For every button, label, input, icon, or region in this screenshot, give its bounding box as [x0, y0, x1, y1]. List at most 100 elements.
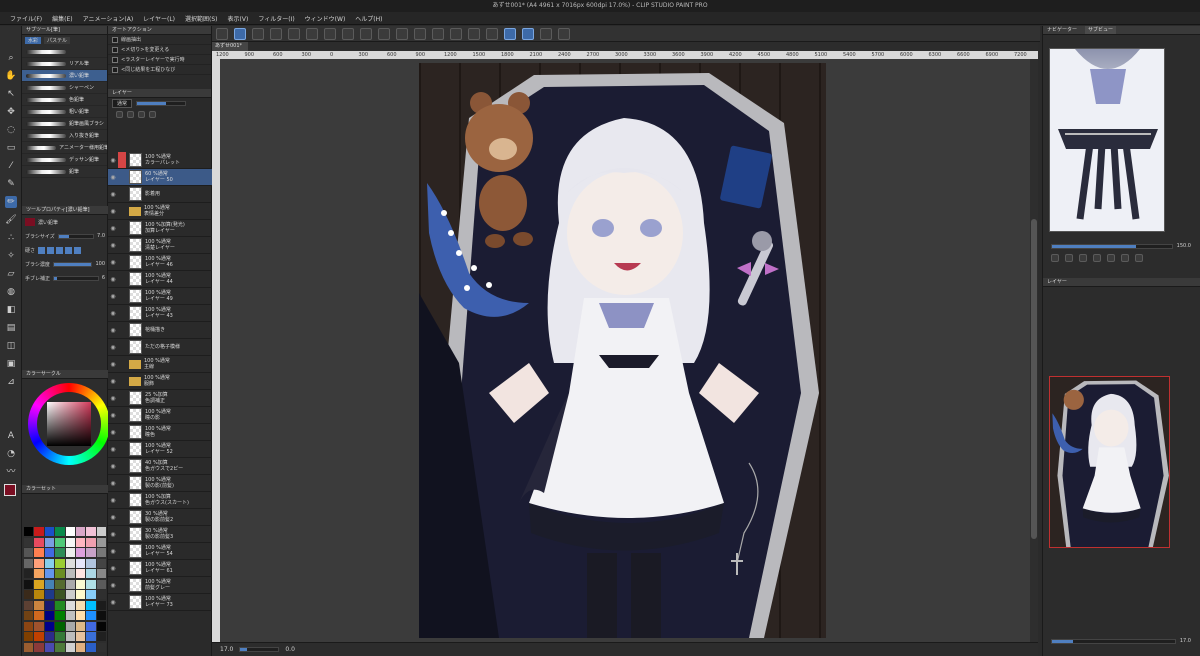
draft-icon[interactable]: [149, 110, 156, 118]
color-swatch[interactable]: [75, 632, 86, 641]
menu-layer[interactable]: レイヤー(L): [141, 14, 177, 23]
layer-opacity-slider[interactable]: [136, 101, 187, 106]
eyedropper-icon[interactable]: ⁄: [5, 160, 17, 172]
clip-icon[interactable]: [127, 110, 134, 118]
menu-filter[interactable]: フィルター(I): [256, 14, 296, 23]
color-swatch[interactable]: [34, 537, 44, 547]
sub-tool-tab[interactable]: サブツール[筆]: [22, 26, 107, 35]
color-swatch[interactable]: [86, 642, 96, 652]
balloon-icon[interactable]: ◔: [5, 448, 17, 460]
layer-row[interactable]: ◉ ただの格子模様: [108, 339, 212, 356]
move-layer-icon[interactable]: ✥: [5, 106, 17, 118]
color-swatch[interactable]: [86, 632, 96, 641]
color-swatch[interactable]: [44, 590, 55, 599]
color-swatch[interactable]: [24, 611, 34, 620]
frame-icon[interactable]: ▣: [5, 358, 17, 370]
open-file-icon[interactable]: [252, 27, 264, 40]
color-swatch[interactable]: [86, 611, 96, 620]
snap-grid-icon[interactable]: [522, 27, 534, 40]
menu-help[interactable]: ヘルプ(H): [353, 14, 384, 23]
layer-row[interactable]: ◉ 100 %通常 レイヤー 61: [108, 560, 212, 577]
auto-action-item[interactable]: <同じ結果を工程ひなび: [108, 65, 211, 75]
color-swatch[interactable]: [75, 579, 86, 589]
hardness-level-3[interactable]: [56, 246, 64, 254]
clear-icon[interactable]: [378, 27, 390, 40]
layer-row[interactable]: ◉ 100 %通常 レイヤー 44: [108, 271, 212, 288]
artwork-canvas[interactable]: [419, 63, 826, 638]
navigator-zoom-slider[interactable]: [1051, 638, 1176, 644]
color-swatch[interactable]: [24, 590, 34, 599]
canvas-scrollbar[interactable]: [1030, 59, 1038, 642]
menu-animation[interactable]: アニメーション(A): [81, 14, 136, 23]
zoom-readout[interactable]: 17.0: [220, 646, 233, 653]
layer-row[interactable]: ◉ 100 %通常 レイヤー 46: [108, 254, 212, 271]
invert-selection-icon[interactable]: [450, 27, 462, 40]
visibility-eye-icon[interactable]: ◉: [108, 310, 118, 317]
subview-image[interactable]: [1049, 48, 1165, 232]
layer-row[interactable]: ◉ 30 %通常 製の影前髪3: [108, 526, 212, 543]
menu-selection[interactable]: 選択範囲(S): [183, 14, 220, 23]
color-swatch[interactable]: [75, 548, 86, 557]
color-swatch[interactable]: [44, 611, 55, 620]
subview-zoom-value[interactable]: 150.0: [1177, 243, 1191, 249]
rotation-readout[interactable]: 0.0: [285, 646, 295, 653]
color-swatch[interactable]: [34, 527, 44, 536]
color-swatch[interactable]: [34, 579, 44, 589]
hardness-level-5[interactable]: [74, 246, 82, 254]
pencil-icon[interactable]: ✏: [5, 196, 17, 208]
brush-size-slider[interactable]: [57, 233, 95, 239]
stabilizer-slider[interactable]: [53, 275, 99, 281]
layer-row[interactable]: ◉ 100 %通常 服飾: [108, 373, 212, 390]
lock-icon[interactable]: [116, 110, 123, 118]
color-swatch[interactable]: [24, 527, 34, 536]
color-swatch[interactable]: [24, 537, 34, 547]
auto-action-item[interactable]: 線画抽出: [108, 35, 211, 45]
zoom-slider[interactable]: [239, 647, 280, 652]
color-swatch[interactable]: [55, 548, 65, 557]
brush-item[interactable]: 鉛筆: [22, 166, 107, 178]
color-swatch[interactable]: [86, 558, 96, 568]
color-swatch[interactable]: [44, 569, 55, 578]
color-swatch[interactable]: [96, 579, 106, 589]
layer-row[interactable]: ◉ 25 %加算 色調補正: [108, 390, 212, 407]
density-slider[interactable]: [52, 261, 93, 267]
brush-item[interactable]: 粗い鉛筆: [22, 106, 107, 118]
layer-row[interactable]: ◉ 100 %通常 瞳色: [108, 424, 212, 441]
color-swatch[interactable]: [96, 642, 106, 652]
visibility-eye-icon[interactable]: ◉: [108, 327, 118, 334]
visibility-eye-icon[interactable]: ◉: [108, 497, 118, 504]
layer-row[interactable]: ◉ 100 %通常 製の影(前髪): [108, 475, 212, 492]
selection-icon[interactable]: ▭: [5, 142, 17, 154]
color-swatch[interactable]: [86, 621, 96, 631]
upload-icon[interactable]: [324, 27, 336, 40]
color-swatch[interactable]: [86, 569, 96, 578]
brush-item[interactable]: [22, 46, 107, 58]
visibility-eye-icon[interactable]: ◉: [108, 242, 118, 249]
hardness-level-1[interactable]: [38, 246, 46, 254]
color-swatch[interactable]: [65, 558, 75, 568]
figure-icon[interactable]: ◫: [5, 340, 17, 352]
color-swatch[interactable]: [65, 611, 75, 620]
color-swatch[interactable]: [75, 590, 86, 599]
rotate-left-icon[interactable]: [1065, 254, 1073, 262]
color-swatch[interactable]: [44, 621, 55, 631]
layer-row[interactable]: ◉ 100 %通常 レイヤー 54: [108, 543, 212, 560]
layer-row[interactable]: ◉ 100 %通常 レイヤー 52: [108, 441, 212, 458]
color-swatch[interactable]: [55, 611, 65, 620]
visibility-eye-icon[interactable]: ◉: [108, 446, 118, 453]
color-swatch[interactable]: [75, 611, 86, 620]
document-tab[interactable]: あずせ001*: [212, 42, 248, 51]
lasso-icon[interactable]: ◌: [5, 124, 17, 136]
export-icon[interactable]: [288, 27, 300, 40]
visibility-eye-icon[interactable]: ◉: [108, 276, 118, 283]
layer-row[interactable]: ◉ 40 %加算 色ガウスで2ピー: [108, 458, 212, 475]
navigator-thumbnail[interactable]: [1049, 376, 1170, 548]
brush-icon[interactable]: 🖌: [5, 214, 17, 226]
menu-icon[interactable]: [216, 27, 228, 40]
color-swatch[interactable]: [34, 621, 44, 631]
visibility-eye-icon[interactable]: ◉: [108, 157, 118, 164]
color-swatch[interactable]: [44, 600, 55, 610]
visibility-eye-icon[interactable]: ◉: [108, 378, 118, 385]
layer-row[interactable]: ◉ 100 %通常 レイヤー 43: [108, 305, 212, 322]
layer-row[interactable]: ◉ 100 %通常 レイヤー 49: [108, 288, 212, 305]
